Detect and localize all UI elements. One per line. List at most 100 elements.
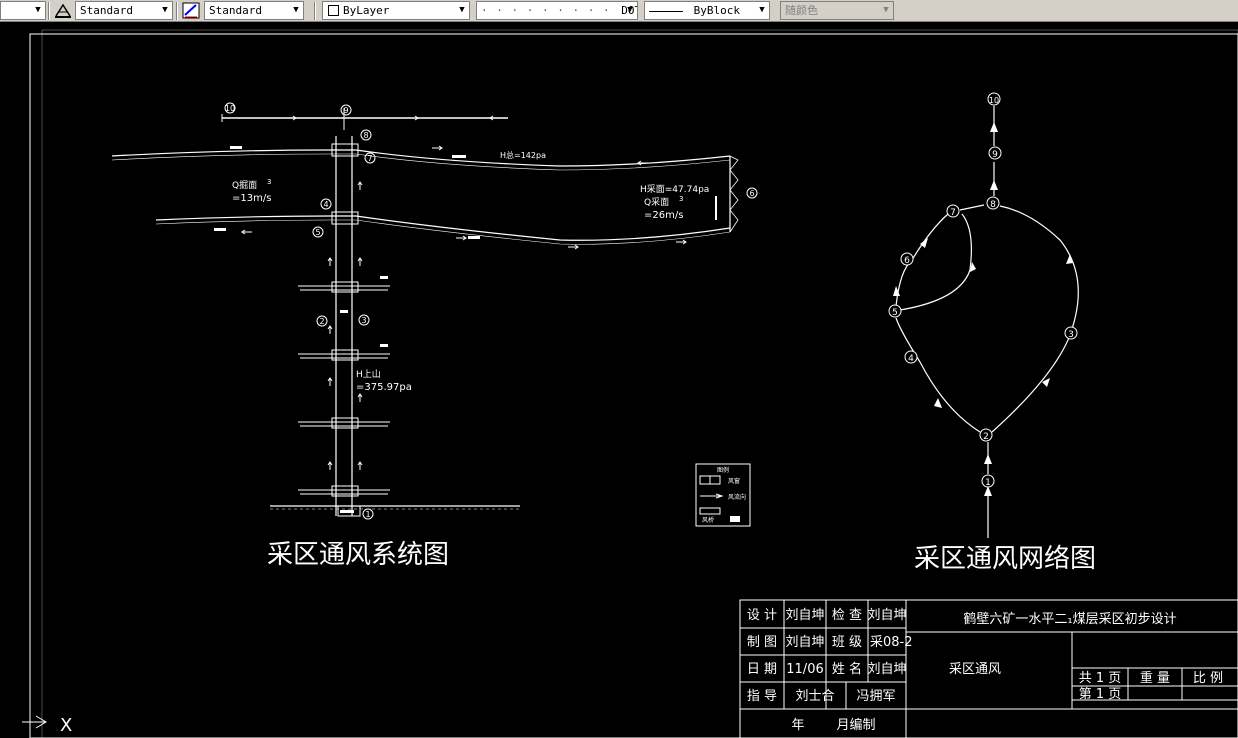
net-node-2: 2 — [983, 432, 989, 442]
color-value: ByLayer — [343, 4, 390, 17]
system-diagram-title: 采区通风系统图 — [267, 540, 449, 570]
chamber-1 — [298, 285, 390, 291]
dotted-line-icon: · · · · · · · · · — [481, 4, 611, 17]
q-work-label: Q采面 — [644, 197, 669, 208]
guide-label: 指 导 — [747, 689, 777, 704]
q-work-cube: 3 — [679, 195, 683, 203]
scale-label: 比 例 — [1193, 671, 1223, 686]
design-name: 刘自坤 — [785, 608, 824, 623]
system-node-labels: 10 9 8 7 6 5 4 3 2 1 — [224, 102, 758, 520]
q-tunnel-label: Q掘面 — [232, 179, 257, 191]
working-face-hatch — [729, 155, 739, 233]
date-value: 11/06 — [786, 662, 823, 677]
chevron-down-icon: ▼ — [293, 5, 299, 15]
month-label: 月编制 — [836, 718, 875, 733]
chevron-down-icon: ▼ — [883, 5, 889, 15]
legend-item-3: 风桥 — [702, 516, 714, 524]
chevron-down-icon: ▼ — [162, 5, 168, 15]
q-tunnel-value: =13m/s — [232, 193, 271, 204]
chamber-2 — [298, 353, 390, 359]
draw-name: 刘自坤 — [785, 635, 824, 650]
net-node-6: 6 — [904, 256, 910, 266]
weight-label: 重 量 — [1140, 670, 1170, 686]
page-number: 第 1 页 — [1079, 687, 1122, 702]
h-work-label: H采面=47.74pa — [640, 184, 709, 195]
h-main-label: H总=142pa — [500, 150, 546, 160]
h-upper-label: H上山 — [356, 369, 381, 380]
node-7-label: 7 — [367, 154, 372, 163]
lineweight-dropdown[interactable]: ByBlock ▼ — [644, 1, 770, 20]
check-label: 检 查 — [832, 608, 862, 623]
upper-roadway-curve — [111, 149, 731, 167]
date-label: 日 期 — [747, 662, 777, 677]
check-name: 刘自坤 — [867, 608, 906, 623]
net-node-4: 4 — [908, 354, 914, 364]
chevron-down-icon: ▼ — [35, 5, 41, 15]
q-tunnel-cube: 3 — [267, 178, 271, 186]
net-node-1: 1 — [985, 478, 991, 488]
text-style-icon[interactable] — [54, 2, 72, 19]
node-8-label: 8 — [363, 131, 368, 140]
prev-combo-dropdown[interactable]: ▼ — [0, 1, 46, 20]
plot-style-value: 随颜色 — [785, 4, 818, 17]
ucs-x-label: X — [60, 715, 72, 736]
edge-7-8 — [959, 204, 985, 211]
legend-box: 图例 风窗 风流向 风桥 — [695, 463, 751, 527]
dim-style-icon[interactable] — [182, 2, 200, 19]
drawing-name: 采区通风 — [949, 662, 1001, 677]
project-title: 鹤壁六矿一水平二₁煤层采区初步设计 — [963, 611, 1176, 627]
flow-arrows — [241, 115, 687, 470]
toolbar-separator — [176, 2, 178, 20]
legend-title: 图例 — [717, 466, 729, 474]
dim-style-value: Standard — [209, 4, 262, 17]
class-label: 班 级 — [832, 635, 862, 650]
h-upper-value: =375.97pa — [356, 382, 412, 393]
ventilation-system-diagram — [111, 108, 739, 517]
draw-label: 制 图 — [747, 635, 777, 650]
design-label: 设 计 — [747, 608, 777, 623]
legend-item-1: 风窗 — [728, 477, 740, 485]
node-2-label: 2 — [319, 317, 324, 326]
net-node-8: 8 — [990, 200, 996, 210]
year-label: 年 — [791, 718, 804, 733]
node-1-label: 1 — [365, 510, 370, 519]
node-3-label: 3 — [361, 316, 366, 325]
guide-name-2: 冯拥军 — [856, 689, 895, 704]
toolbar-separator — [314, 2, 316, 20]
node-9-label: 9 — [343, 106, 348, 115]
chamber-3 — [298, 421, 390, 427]
upper-roadway-curve-2 — [111, 153, 731, 171]
text-style-value: Standard — [80, 4, 133, 17]
node-4-label: 4 — [323, 200, 328, 209]
ventilation-network-diagram — [895, 106, 1079, 538]
name-value: 刘自坤 — [867, 662, 906, 677]
node-5-label: 5 — [315, 228, 320, 237]
net-node-10: 10 — [989, 96, 999, 105]
net-node-3: 3 — [1068, 330, 1074, 340]
network-nodes: 1 2 3 4 5 6 7 8 9 10 — [888, 92, 1078, 488]
total-pages: 共 1 页 — [1079, 671, 1122, 686]
network-diagram-title: 采区通风网络图 — [914, 544, 1096, 574]
solid-line-icon — [649, 10, 683, 12]
text-style-dropdown[interactable]: Standard ▼ — [75, 1, 173, 20]
dim-style-dropdown[interactable]: Standard ▼ — [204, 1, 304, 20]
chevron-down-icon: ▼ — [627, 5, 633, 15]
net-node-5: 5 — [892, 308, 898, 318]
name-label: 姓 名 — [832, 661, 862, 677]
lineweight-value: ByBlock — [693, 4, 740, 17]
plot-style-dropdown[interactable]: 随颜色 ▼ — [780, 1, 894, 20]
linetype-dropdown[interactable]: · · · · · · · · · DOT▼ — [476, 1, 638, 20]
color-dropdown[interactable]: ByLayer ▼ — [322, 1, 470, 20]
class-value: 采08-2 — [870, 635, 913, 650]
drawing-canvas[interactable]: 10 9 8 7 6 5 4 3 2 1 H总=142pa Q掘面 3 =13m… — [0, 22, 1238, 738]
properties-toolbar: ▼ Standard ▼ Standard ▼ ByLayer ▼ · · · · ·… — [0, 0, 1238, 22]
node-10-label: 10 — [225, 104, 235, 113]
q-work-value: =26m/s — [644, 210, 683, 221]
chevron-down-icon: ▼ — [759, 5, 765, 15]
toolbar-separator — [48, 2, 50, 20]
edge-2-4-5 — [895, 317, 981, 433]
legend-item-2: 风流向 — [728, 493, 746, 501]
net-node-9: 9 — [992, 150, 998, 160]
edge-2-3-8 — [991, 205, 1079, 433]
ucs-icon — [22, 714, 47, 730]
